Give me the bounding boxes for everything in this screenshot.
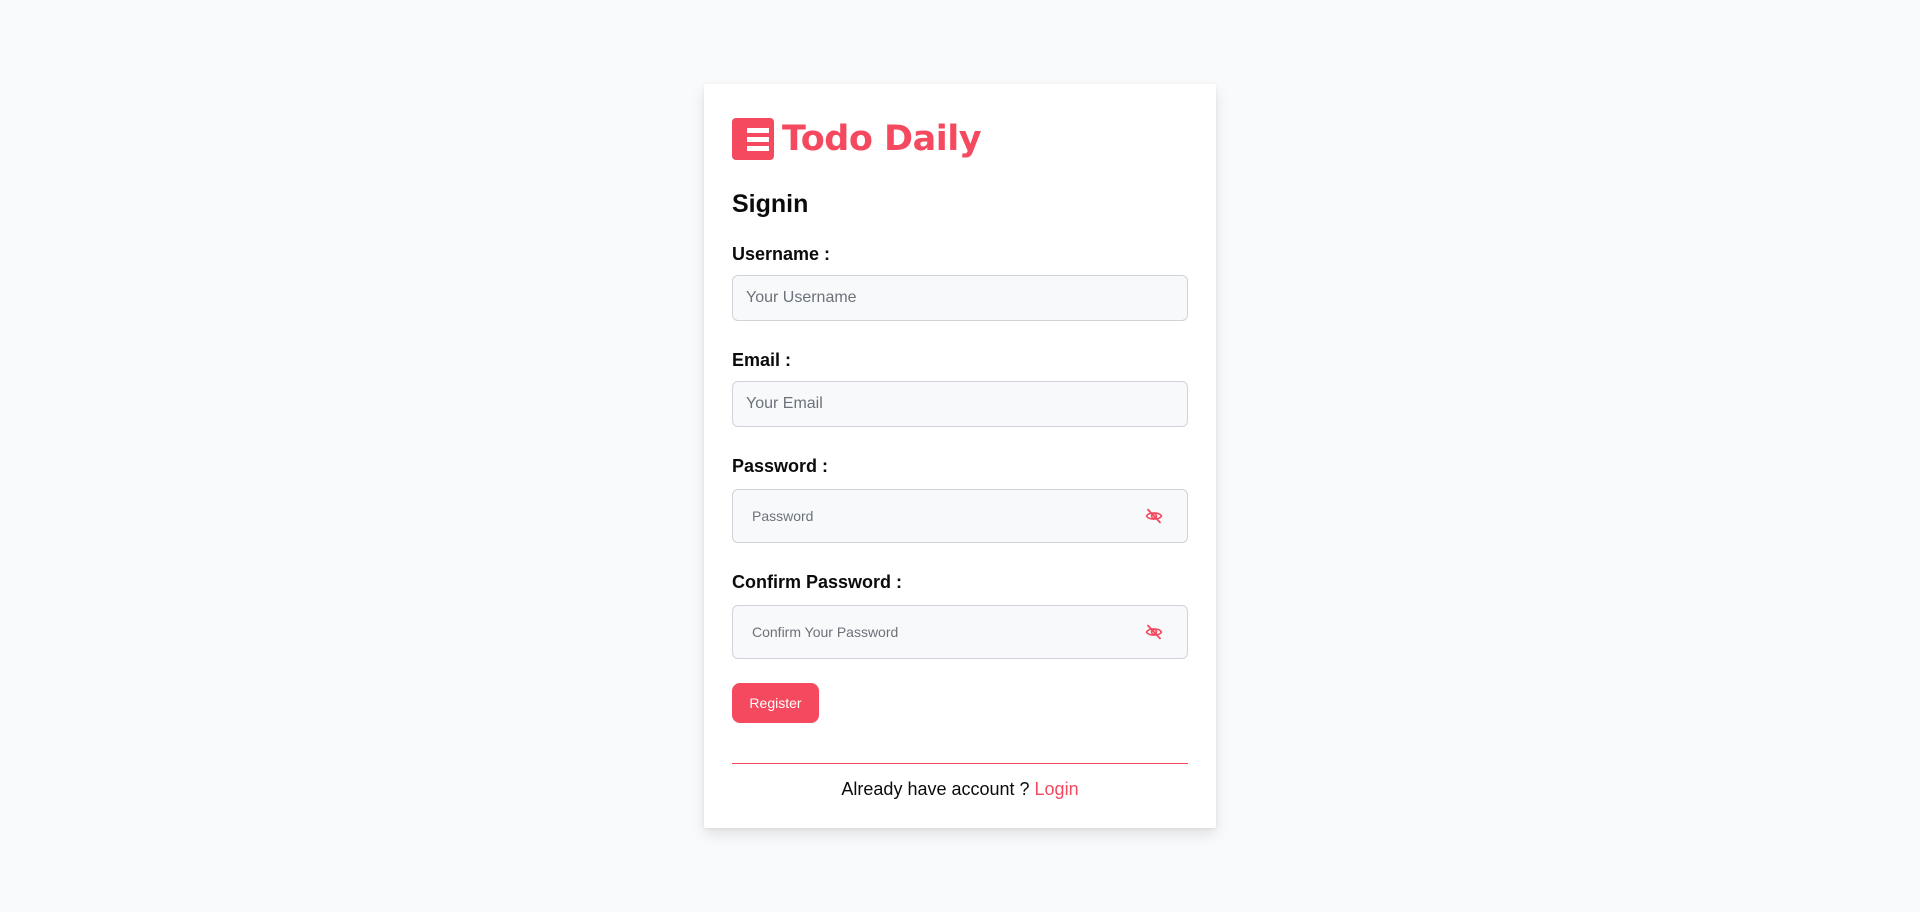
username-label: Username : — [732, 244, 831, 264]
page-title: Signin — [732, 190, 809, 218]
confirm-password-input[interactable] — [750, 623, 1170, 641]
eye-off-icon[interactable] — [1145, 507, 1163, 525]
brand-name: Todo Daily — [782, 119, 982, 159]
email-field[interactable] — [732, 381, 1188, 427]
eye-off-icon[interactable] — [1145, 623, 1163, 641]
email-label: Email : — [732, 350, 792, 370]
list-icon — [732, 118, 774, 160]
login-prompt-text: Already have account ? — [841, 779, 1035, 799]
login-link[interactable]: Login — [1035, 779, 1079, 799]
signin-card: Todo Daily Signin Username : Email : Pas… — [704, 84, 1216, 828]
password-field[interactable] — [732, 489, 1188, 543]
confirm-password-field[interactable] — [732, 605, 1188, 659]
register-button[interactable]: Register — [732, 683, 819, 723]
divider — [732, 763, 1188, 764]
login-prompt: Already have account ? Login — [732, 778, 1188, 800]
username-field[interactable] — [732, 275, 1188, 321]
confirm-password-label: Confirm Password : — [732, 572, 903, 592]
password-label: Password : — [732, 456, 829, 476]
password-input[interactable] — [750, 507, 1170, 525]
brand: Todo Daily — [732, 118, 1188, 160]
email-input[interactable] — [744, 394, 1176, 414]
username-input[interactable] — [744, 288, 1176, 308]
